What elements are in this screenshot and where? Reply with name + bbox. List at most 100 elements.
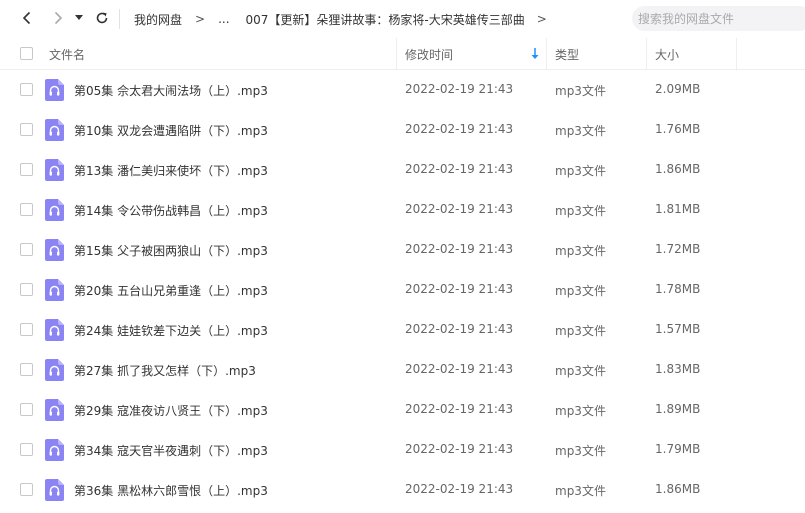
breadcrumb-root[interactable]: 我的网盘 [134,11,182,28]
audio-file-icon [45,399,64,421]
file-name[interactable]: 第13集 潘仁美归来使坏（下）.mp3 [74,162,268,179]
file-size: 1.81MB [655,202,701,216]
toolbar-divider [119,9,120,29]
audio-file-icon [45,119,64,141]
file-name[interactable]: 第10集 双龙会遭遇陷阱（下）.mp3 [74,122,268,139]
breadcrumb-ellipsis[interactable]: ... [218,12,229,26]
file-name[interactable]: 第29集 寇准夜访八贤王（下）.mp3 [74,402,268,419]
file-size: 2.09MB [655,82,701,96]
file-name[interactable]: 第05集 佘太君大闹法场（上）.mp3 [74,82,268,99]
breadcrumb-separator: > [195,12,206,26]
forward-button[interactable] [47,7,69,29]
file-row[interactable]: 第34集 寇天官半夜遇刺（下）.mp3 2022-02-19 21:43 mp3文件… [0,430,805,470]
audio-file-icon [45,479,64,501]
file-name[interactable]: 第15集 父子被困两狼山（下）.mp3 [74,242,268,259]
file-name[interactable]: 第24集 娃娃钦差下边关（上）.mp3 [74,322,268,339]
file-name[interactable]: 第14集 令公带伤战韩昌（上）.mp3 [74,202,268,219]
audio-file-icon [45,319,64,341]
audio-file-icon [45,239,64,261]
file-row[interactable]: 第10集 双龙会遭遇陷阱（下）.mp3 2022-02-19 21:43 mp3文件… [0,110,805,150]
select-all-checkbox[interactable] [20,47,33,60]
file-row[interactable]: 第36集 黑松林六郎雪恨（上）.mp3 2022-02-19 21:43 mp3文件… [0,470,805,510]
arrow-down-icon[interactable] [530,47,540,61]
file-row[interactable]: 第29集 寇准夜访八贤王（下）.mp3 2022-02-19 21:43 mp3文件… [0,390,805,430]
file-size: 1.86MB [655,482,701,496]
file-name[interactable]: 第20集 五台山兄弟重逢（上）.mp3 [74,282,268,299]
file-size: 1.79MB [655,442,701,456]
file-size: 1.57MB [655,322,701,336]
file-modified-time: 2022-02-19 21:43 [405,482,514,496]
file-name[interactable]: 第34集 寇天官半夜遇刺（下）.mp3 [74,442,268,459]
row-checkbox[interactable] [20,203,33,216]
file-type: mp3文件 [555,444,606,458]
chevron-right-icon [54,11,63,25]
breadcrumb-separator: > [536,12,547,26]
row-checkbox[interactable] [20,403,33,416]
file-size: 1.83MB [655,362,701,376]
file-modified-time: 2022-02-19 21:43 [405,162,514,176]
history-dropdown[interactable] [72,7,86,29]
file-modified-time: 2022-02-19 21:43 [405,282,514,296]
row-checkbox[interactable] [20,123,33,136]
file-modified-time: 2022-02-19 21:43 [405,402,514,416]
row-checkbox[interactable] [20,283,33,296]
file-list-header: 文件名 修改时间 类型 大小 [0,38,805,70]
file-row[interactable]: 第14集 令公带伤战韩昌（上）.mp3 2022-02-19 21:43 mp3文件… [0,190,805,230]
column-divider [546,38,547,69]
row-checkbox[interactable] [20,323,33,336]
file-modified-time: 2022-02-19 21:43 [405,122,514,136]
toolbar: 我的网盘 > ... 007【更新】朵狸讲故事：杨家将-大宋英雄传三部曲 > [0,0,805,38]
file-size: 1.76MB [655,122,701,136]
file-row[interactable]: 第13集 潘仁美归来使坏（下）.mp3 2022-02-19 21:43 mp3文件… [0,150,805,190]
row-checkbox[interactable] [20,363,33,376]
file-size: 1.78MB [655,282,701,296]
file-row[interactable]: 第15集 父子被困两狼山（下）.mp3 2022-02-19 21:43 mp3文件… [0,230,805,270]
column-header-type[interactable]: 类型 [555,46,579,63]
file-name[interactable]: 第36集 黑松林六郎雪恨（上）.mp3 [74,482,268,499]
row-checkbox[interactable] [20,443,33,456]
refresh-icon [96,12,108,24]
file-row[interactable]: 第20集 五台山兄弟重逢（上）.mp3 2022-02-19 21:43 mp3文件… [0,270,805,310]
audio-file-icon [45,159,64,181]
column-header-modified[interactable]: 修改时间 [405,46,453,63]
breadcrumb-current-folder[interactable]: 007【更新】朵狸讲故事：杨家将-大宋英雄传三部曲 [246,11,525,28]
file-type: mp3文件 [555,484,606,498]
file-type: mp3文件 [555,204,606,218]
audio-file-icon [45,79,64,101]
caret-down-icon [75,15,83,20]
breadcrumb: 我的网盘 > ... 007【更新】朵狸讲故事：杨家将-大宋英雄传三部曲 > [134,10,547,28]
file-modified-time: 2022-02-19 21:43 [405,442,514,456]
file-size: 1.86MB [655,162,701,176]
file-modified-time: 2022-02-19 21:43 [405,242,514,256]
file-row[interactable]: 第05集 佘太君大闹法场（上）.mp3 2022-02-19 21:43 mp3文件… [0,70,805,110]
column-divider [396,38,397,69]
file-type: mp3文件 [555,404,606,418]
chevron-left-icon [22,11,31,25]
file-type: mp3文件 [555,244,606,258]
file-row[interactable]: 第24集 娃娃钦差下边关（上）.mp3 2022-02-19 21:43 mp3文件… [0,310,805,350]
file-modified-time: 2022-02-19 21:43 [405,82,514,96]
file-name[interactable]: 第27集 抓了我又怎样（下）.mp3 [74,362,256,379]
file-type: mp3文件 [555,124,606,138]
file-type: mp3文件 [555,324,606,338]
column-header-size[interactable]: 大小 [655,46,679,63]
file-size: 1.72MB [655,242,701,256]
row-checkbox[interactable] [20,163,33,176]
back-button[interactable] [16,7,38,29]
file-modified-time: 2022-02-19 21:43 [405,202,514,216]
row-checkbox[interactable] [20,243,33,256]
file-row[interactable]: 第27集 抓了我又怎样（下）.mp3 2022-02-19 21:43 mp3文件 1… [0,350,805,390]
file-type: mp3文件 [555,164,606,178]
audio-file-icon [45,199,64,221]
refresh-button[interactable] [91,7,113,29]
row-checkbox[interactable] [20,83,33,96]
file-modified-time: 2022-02-19 21:43 [405,362,514,376]
file-type: mp3文件 [555,364,606,378]
row-checkbox[interactable] [20,483,33,496]
column-divider [736,38,737,69]
search-box [632,6,805,31]
search-input[interactable] [632,6,805,31]
column-header-name[interactable]: 文件名 [49,46,85,63]
file-type: mp3文件 [555,84,606,98]
file-type: mp3文件 [555,284,606,298]
